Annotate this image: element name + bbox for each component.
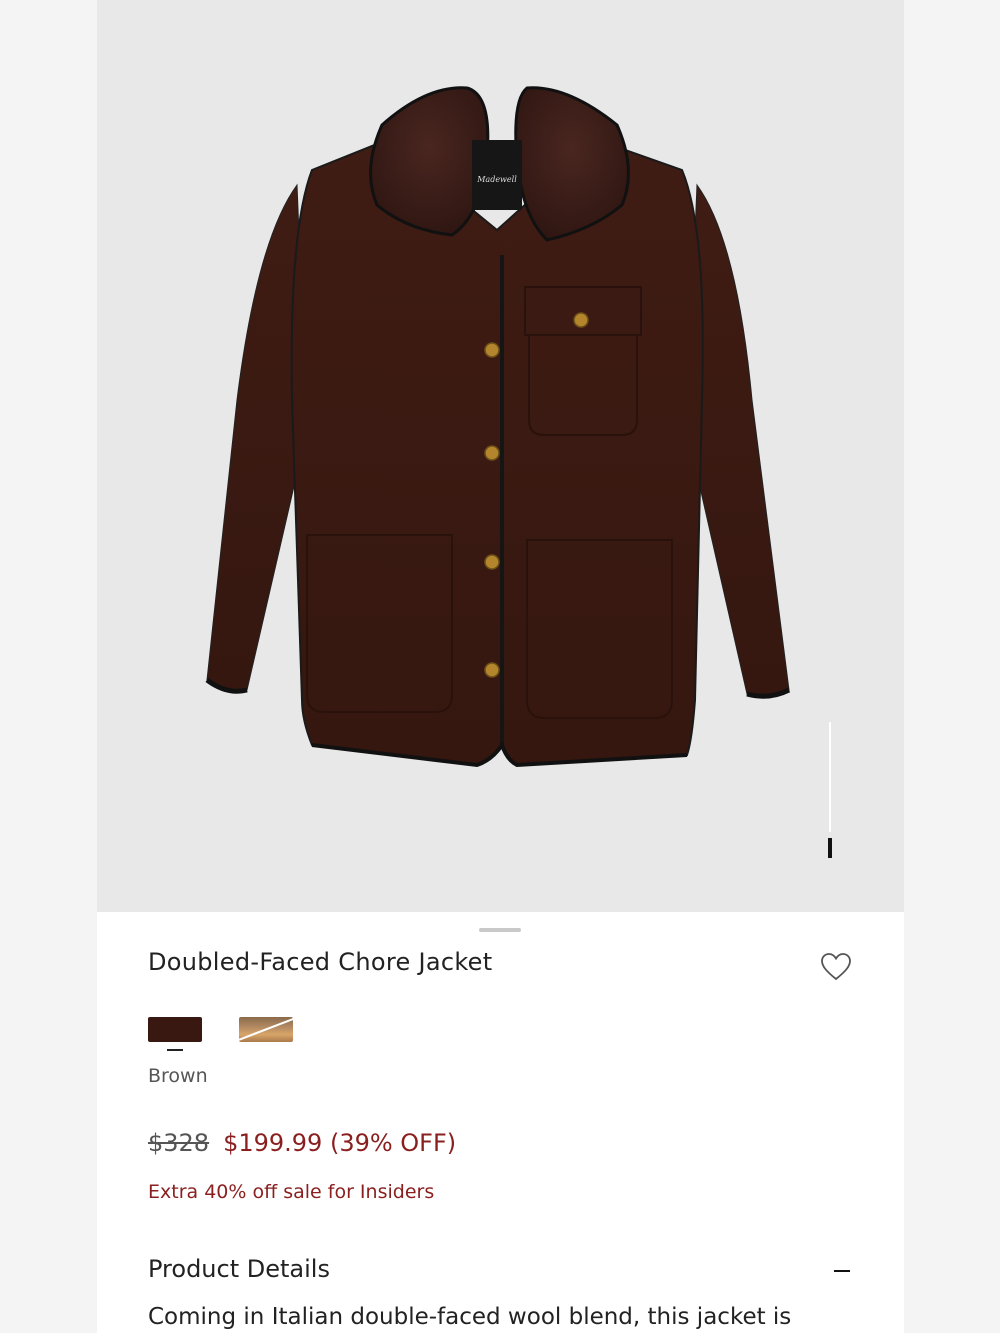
product-details-title: Product Details xyxy=(148,1255,330,1283)
left-gutter xyxy=(0,0,97,1333)
product-details-header[interactable]: Product Details xyxy=(148,1255,853,1287)
swatch-brown[interactable] xyxy=(148,1017,202,1042)
selected-color-name: Brown xyxy=(148,1065,208,1087)
insider-promo: Extra 40% off sale for Insiders xyxy=(148,1181,435,1203)
product-details-text: Coming in Italian double-faced wool blen… xyxy=(148,1304,792,1330)
minus-icon[interactable] xyxy=(834,1270,850,1272)
swatch-camel-unavailable[interactable] xyxy=(239,1017,293,1042)
product-info-sheet: Doubled-Faced Chore Jacket Brown $328 $19… xyxy=(97,912,904,1333)
heart-icon[interactable] xyxy=(820,952,852,982)
sale-price: $199.99 (39% OFF) xyxy=(223,1129,457,1157)
original-price: $328 xyxy=(148,1129,210,1157)
price-row: $328 $199.99 (39% OFF) xyxy=(148,1129,456,1157)
jacket-illustration: Madewell xyxy=(205,86,791,768)
brand-label: Madewell xyxy=(476,175,517,184)
product-image[interactable]: Madewell xyxy=(97,0,904,912)
image-scroll-thumb[interactable] xyxy=(828,838,832,858)
unavailable-slash xyxy=(239,1017,293,1042)
image-scroll-track[interactable] xyxy=(829,722,831,832)
product-title: Doubled-Faced Chore Jacket xyxy=(148,948,493,976)
right-gutter xyxy=(904,0,1000,1333)
sheet-grabber[interactable] xyxy=(479,928,521,932)
selected-swatch-indicator xyxy=(167,1049,183,1051)
